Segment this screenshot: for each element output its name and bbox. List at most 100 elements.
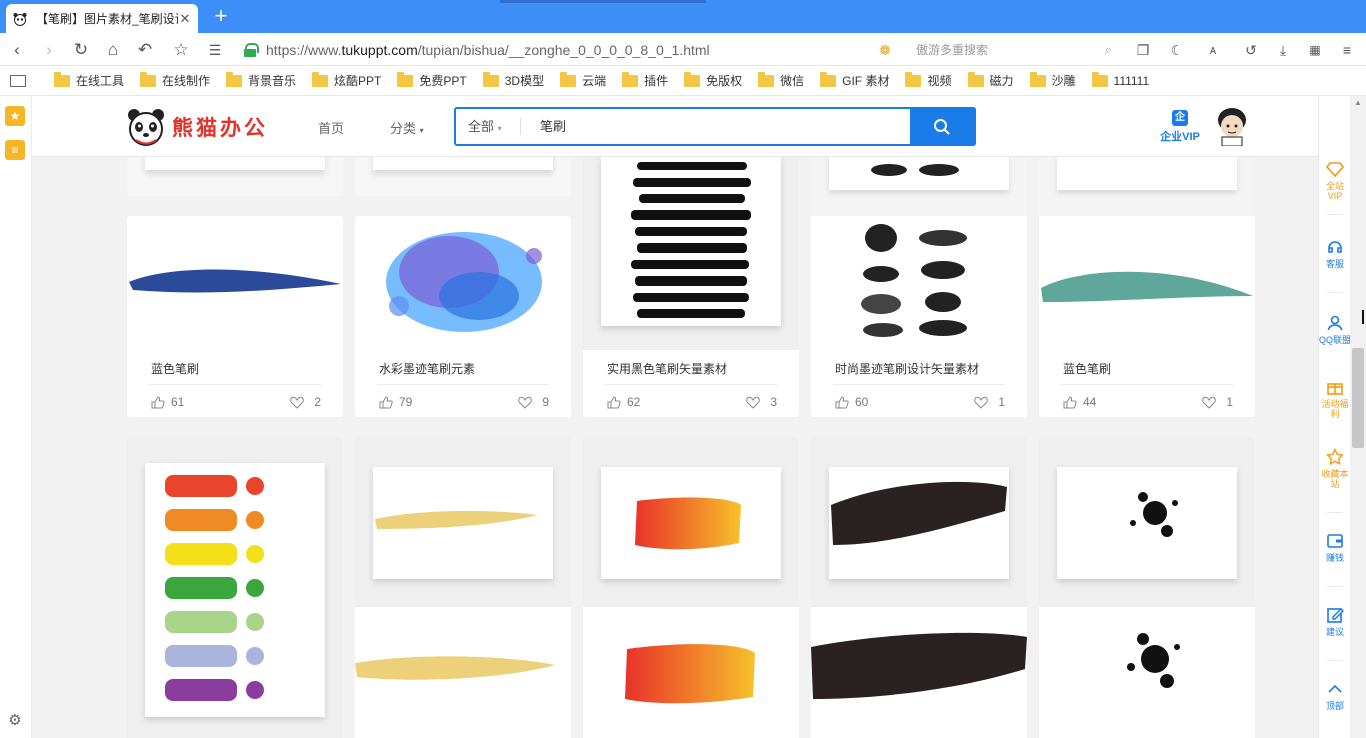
bookmark-item[interactable]: 在线工具	[54, 70, 124, 92]
bee-icon[interactable]: ❁	[874, 39, 896, 61]
settings-gear-icon[interactable]: ⚙	[6, 712, 24, 730]
sidebar-separator	[1327, 660, 1343, 661]
sidebar-item-vip[interactable]: 全站VIP	[1319, 160, 1350, 201]
nav-category[interactable]: 分类 ▾	[390, 118, 424, 137]
favorite-count[interactable]: 3	[746, 395, 777, 409]
user-avatar[interactable]	[1214, 106, 1250, 146]
bookmark-item[interactable]: 111111	[1091, 70, 1149, 92]
url-field[interactable]: https://www. tukuppt.com/tupian/bishua/__…	[244, 38, 864, 61]
like-count[interactable]: 61	[151, 395, 184, 409]
menu-icon[interactable]: ≡	[1336, 39, 1358, 61]
card-title: 蓝色笔刷	[1063, 362, 1112, 376]
sidebar-toggle-icon[interactable]	[10, 74, 26, 87]
material-card[interactable]	[583, 437, 799, 738]
bookmark-item[interactable]: GIF 素材	[820, 70, 889, 92]
material-card[interactable]	[811, 437, 1027, 738]
sidebar-item-earn[interactable]: 赚钱	[1319, 532, 1350, 563]
user-icon	[1327, 315, 1343, 331]
sidebar-separator	[1327, 214, 1343, 215]
panda-favicon-icon	[12, 11, 28, 27]
history-icon[interactable]: ↺	[1240, 39, 1262, 61]
sidebar-item-top[interactable]: 顶部	[1319, 680, 1350, 711]
scrollbar-thumb[interactable]	[1352, 348, 1364, 448]
sidebar-item-bookmark[interactable]: 收藏本站	[1319, 448, 1350, 489]
url-domain: tukuppt.com	[341, 41, 418, 58]
search-category-select[interactable]: 全部 ▾	[468, 109, 502, 144]
bookmark-item[interactable]: 背景音乐	[226, 70, 296, 92]
like-count[interactable]: 44	[1063, 395, 1096, 409]
sidebar-item-feedback[interactable]: 建议	[1319, 606, 1350, 637]
download-icon[interactable]: ⤓	[1272, 39, 1294, 61]
bookmark-star-icon[interactable]: ☆	[170, 39, 192, 61]
apps-grid-icon[interactable]: ▦	[1304, 39, 1326, 61]
reload-icon[interactable]: ↻	[70, 39, 92, 61]
search-button[interactable]	[910, 107, 976, 146]
sidebar-item-activity[interactable]: 活动福利	[1319, 378, 1350, 419]
material-card[interactable]	[127, 437, 343, 738]
forward-icon[interactable]: ›	[38, 39, 60, 61]
blue-brush-image	[129, 269, 341, 293]
material-card[interactable]: 实用黑色笔刷矢量素材 62 3	[583, 156, 799, 417]
search-icon[interactable]: ⌕	[1105, 39, 1112, 61]
thumbs-up-icon	[1063, 395, 1077, 409]
enterprise-vip-link[interactable]: 企 企业VIP	[1158, 110, 1202, 144]
orange-brush-image	[635, 497, 741, 550]
favorites-star-icon[interactable]: ★	[5, 106, 25, 126]
bookmark-item[interactable]: 沙雕	[1029, 70, 1076, 92]
material-card[interactable]: 蓝色笔刷 61 2	[127, 216, 343, 417]
bookmark-item[interactable]: 免费PPT	[397, 70, 467, 92]
bookmark-item[interactable]: 插件	[622, 70, 668, 92]
search-input[interactable]: 笔刷	[540, 109, 566, 144]
like-count[interactable]: 60	[835, 395, 868, 409]
material-card[interactable]	[355, 437, 571, 738]
page-scrollbar[interactable]: ▲	[1350, 96, 1366, 738]
folder-icon	[1091, 71, 1108, 87]
sidebar-item-service[interactable]: 客服	[1319, 238, 1350, 269]
browser-tab-active[interactable]: 【笔刷】图片素材_笔刷设计 ✕	[6, 4, 198, 33]
screenshot-icon[interactable]: ❐	[1132, 39, 1154, 61]
site-search-bar: 全部 ▾ 笔刷	[454, 107, 976, 146]
browser-tab-bar: 【笔刷】图片素材_笔刷设计 ✕ +	[0, 0, 1366, 33]
new-tab-button[interactable]: +	[208, 4, 234, 30]
tab-close-icon[interactable]: ✕	[178, 11, 192, 27]
material-card[interactable]: 时尚墨迹笔刷设计矢量素材 60 1	[811, 156, 1027, 417]
material-card[interactable]: 水彩墨迹笔刷元素 79 9	[355, 216, 571, 417]
favorite-count[interactable]: 9	[518, 395, 549, 409]
bookmark-item[interactable]: 微信	[758, 70, 804, 92]
scroll-up-icon[interactable]: ▲	[1350, 96, 1366, 110]
notes-icon[interactable]: ≡	[5, 140, 25, 160]
card-title: 水彩墨迹笔刷元素	[379, 362, 476, 376]
bookmark-item[interactable]: 视频	[905, 70, 952, 92]
card-thumbnail	[811, 607, 1027, 738]
headset-icon	[1328, 241, 1342, 253]
reader-icon[interactable]: ☰	[204, 39, 226, 61]
thumbs-up-icon	[607, 395, 621, 409]
bookmark-item[interactable]: 在线制作	[140, 70, 210, 92]
star-icon	[1326, 448, 1344, 466]
bookmark-item[interactable]: 免版权	[684, 70, 742, 92]
favorite-count[interactable]: 1	[974, 395, 1005, 409]
site-header: 熊猫办公 首页 分类 ▾ 全部 ▾ 笔刷 企 企业VIP	[32, 96, 1318, 157]
favorite-count[interactable]: 2	[290, 395, 321, 409]
site-logo[interactable]: 熊猫办公	[126, 104, 268, 150]
material-card[interactable]: 蓝色笔刷 44 1	[1039, 156, 1255, 417]
bookmark-item[interactable]: 云端	[560, 70, 606, 92]
sidebar-item-qq[interactable]: QQ联盟	[1319, 314, 1350, 345]
material-card[interactable]	[1039, 437, 1255, 738]
bookmark-item[interactable]: 磁力	[967, 70, 1014, 92]
black-brush-strokes-image	[631, 162, 751, 318]
ink-blots-image	[871, 164, 959, 176]
bookmark-item[interactable]: 3D模型	[482, 70, 544, 92]
favorite-count[interactable]: 1	[1202, 395, 1233, 409]
undo-close-icon[interactable]: ↶	[134, 39, 156, 61]
multi-search-input[interactable]: 傲游多重搜索 ⌕	[916, 39, 1116, 61]
back-icon[interactable]: ‹	[6, 39, 28, 61]
like-count[interactable]: 79	[379, 395, 412, 409]
translate-icon[interactable]: ᴀ	[1202, 39, 1224, 61]
night-mode-icon[interactable]: ☾	[1166, 39, 1188, 61]
like-count[interactable]: 62	[607, 395, 640, 409]
home-icon[interactable]: ⌂	[102, 39, 124, 61]
bookmark-item[interactable]: 炫酷PPT	[312, 70, 381, 92]
nav-home[interactable]: 首页	[318, 118, 344, 137]
thumb-paper	[601, 467, 781, 579]
